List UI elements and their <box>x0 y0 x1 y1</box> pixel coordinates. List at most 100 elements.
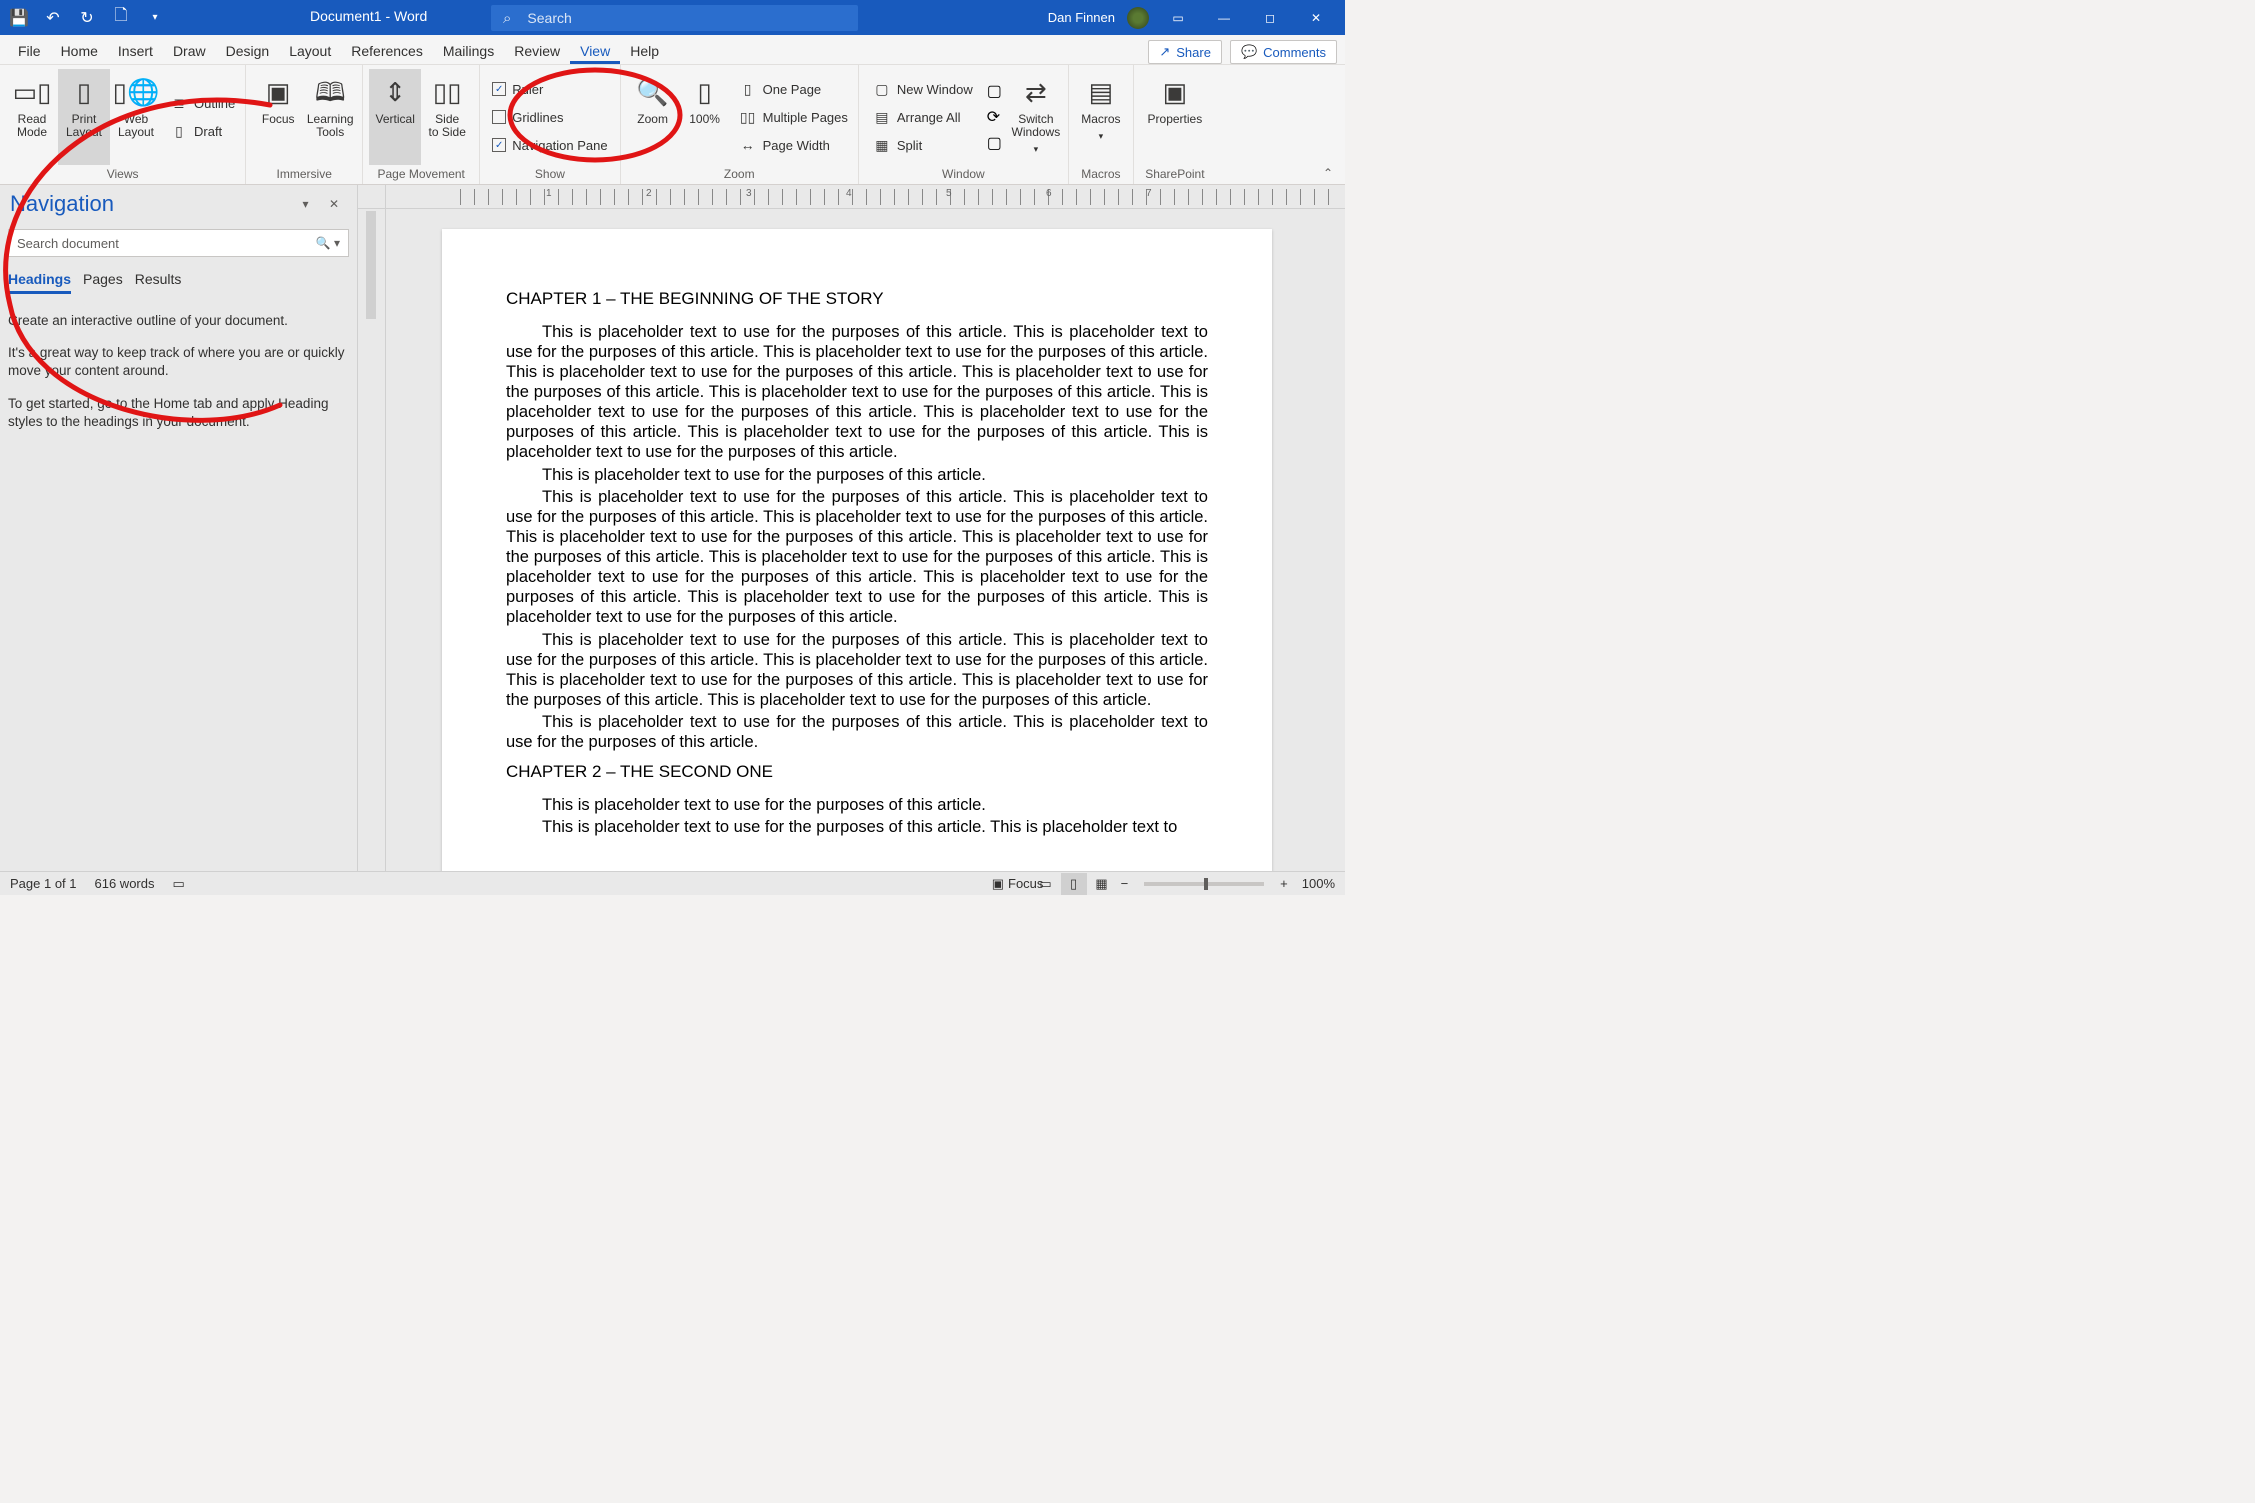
comments-button[interactable]: 💬Comments <box>1230 40 1337 64</box>
zoom-button[interactable]: 🔍Zoom <box>627 69 679 165</box>
arrange-all-button[interactable]: ▤Arrange All <box>869 103 977 131</box>
read-mode-button[interactable]: ▭▯Read Mode <box>6 69 58 165</box>
titlebar-right: Dan Finnen ▭ — ◻ ✕ <box>1048 0 1345 35</box>
new-window-button[interactable]: ▢New Window <box>869 75 977 103</box>
split-button[interactable]: ▦Split <box>869 131 977 159</box>
nav-tabs: Headings Pages Results <box>8 271 349 294</box>
zoom-in-icon[interactable]: + <box>1276 876 1292 891</box>
page-icon: ▯ <box>77 75 91 109</box>
tab-insert[interactable]: Insert <box>108 37 163 64</box>
vertical-ruler[interactable] <box>358 209 386 871</box>
redo-icon[interactable]: ↻ <box>78 9 96 27</box>
status-page[interactable]: Page 1 of 1 <box>10 876 77 891</box>
nav-close-icon[interactable]: ✕ <box>321 193 347 215</box>
vertical-button[interactable]: ⇕Vertical <box>369 69 421 165</box>
tab-home[interactable]: Home <box>51 37 108 64</box>
tab-references[interactable]: References <box>341 37 433 64</box>
nav-dropdown-icon[interactable]: ▾ <box>294 193 316 215</box>
avatar[interactable] <box>1127 7 1149 29</box>
tab-review[interactable]: Review <box>504 37 570 64</box>
focus-button[interactable]: ▣Focus <box>252 69 304 165</box>
sync-scroll-icon[interactable]: ⟳ <box>987 107 1002 127</box>
print-layout-button[interactable]: ▯Print Layout <box>58 69 110 165</box>
read-view-button[interactable]: ▭ <box>1033 873 1059 895</box>
body-text: This is placeholder text to use for the … <box>506 712 1208 752</box>
switch-windows-button[interactable]: ⇄Switch Windows▾ <box>1010 69 1062 165</box>
tab-draw[interactable]: Draw <box>163 37 216 64</box>
sharepoint-icon: ▣ <box>1163 75 1188 109</box>
search-placeholder: Search <box>527 10 571 26</box>
tab-mailings[interactable]: Mailings <box>433 37 504 64</box>
reset-window-icon[interactable]: ▢ <box>987 133 1002 153</box>
collapse-ribbon-icon[interactable]: ⌃ <box>1317 164 1339 182</box>
undo-icon[interactable]: ↶ <box>44 9 62 27</box>
zoom-100-button[interactable]: ▯100% <box>679 69 731 165</box>
macros-button[interactable]: ▤Macros▾ <box>1075 69 1127 165</box>
one-page-icon: ▯ <box>739 81 757 98</box>
ribbon-display-icon[interactable]: ▭ <box>1161 0 1195 35</box>
tab-view[interactable]: View <box>570 37 620 64</box>
group-views-label: Views <box>6 165 239 184</box>
switch-icon: ⇄ <box>1025 75 1047 109</box>
multiple-pages-button[interactable]: ▯▯Multiple Pages <box>735 103 852 131</box>
view-side-icon[interactable]: ▢ <box>987 81 1002 101</box>
page-width-button[interactable]: ↔Page Width <box>735 131 852 159</box>
navigation-pane-checkbox[interactable]: ✓Navigation Pane <box>486 131 613 159</box>
nav-search-input[interactable]: Search document 🔍 ▾ <box>8 229 349 257</box>
checkbox-checked-icon: ✓ <box>492 82 506 96</box>
arrange-icon: ▤ <box>873 109 891 126</box>
focus-mode-button[interactable]: ▣Focus <box>1005 873 1031 895</box>
outline-button[interactable]: ≣Outline <box>166 89 239 117</box>
close-icon[interactable]: ✕ <box>1299 0 1333 35</box>
group-show-label: Show <box>486 165 613 184</box>
minimize-icon[interactable]: — <box>1207 0 1241 35</box>
properties-button[interactable]: ▣Properties <box>1140 69 1210 165</box>
maximize-icon[interactable]: ◻ <box>1253 0 1287 35</box>
group-views: ▭▯Read Mode ▯Print Layout ▯🌐Web Layout ≣… <box>0 65 246 184</box>
draft-button[interactable]: ▯Draft <box>166 117 239 145</box>
new-doc-icon[interactable]: 🗋 <box>112 9 130 27</box>
main: Navigation ▾ ✕ Search document 🔍 ▾ Headi… <box>0 185 1345 871</box>
group-sharepoint: ▣Properties SharePoint <box>1134 65 1216 184</box>
horizontal-ruler[interactable]: 12 34 56 7 <box>358 185 1345 209</box>
zoom-out-icon[interactable]: − <box>1117 876 1133 891</box>
title-search[interactable]: ⌕ Search <box>491 5 858 31</box>
side-icon: ▯▯ <box>433 75 462 109</box>
checkbox-checked-icon: ✓ <box>492 138 506 152</box>
learning-icon: 🕮 <box>315 75 346 109</box>
learning-tools-button[interactable]: 🕮Learning Tools <box>304 69 356 165</box>
zoom-level[interactable]: 100% <box>1302 876 1335 891</box>
save-icon[interactable]: 💾 <box>10 9 28 27</box>
user-name[interactable]: Dan Finnen <box>1048 10 1115 25</box>
side-to-side-button[interactable]: ▯▯Side to Side <box>421 69 473 165</box>
one-page-button[interactable]: ▯One Page <box>735 75 852 103</box>
group-page-movement: ⇕Vertical ▯▯Side to Side Page Movement <box>363 65 480 184</box>
qat-dropdown-icon[interactable]: ▾ <box>146 9 164 27</box>
tab-layout[interactable]: Layout <box>279 37 341 64</box>
nav-tab-pages[interactable]: Pages <box>83 271 123 294</box>
tab-design[interactable]: Design <box>216 37 280 64</box>
group-sharepoint-label: SharePoint <box>1140 165 1210 184</box>
zoom-slider[interactable] <box>1144 882 1264 886</box>
body-text: This is placeholder text to use for the … <box>506 487 1208 628</box>
scroll-thumb[interactable] <box>366 211 376 319</box>
print-view-button[interactable]: ▯ <box>1061 873 1087 895</box>
ribbon-tabs: File Home Insert Draw Design Layout Refe… <box>0 35 1345 65</box>
gridlines-checkbox[interactable]: Gridlines <box>486 103 613 131</box>
body-text: This is placeholder text to use for the … <box>506 322 1208 463</box>
outline-icon: ≣ <box>170 95 188 112</box>
nav-tab-results[interactable]: Results <box>135 271 182 294</box>
status-words[interactable]: 616 words <box>95 876 155 891</box>
nav-tab-headings[interactable]: Headings <box>8 271 71 294</box>
quick-access-toolbar: 💾 ↶ ↻ 🗋 ▾ <box>0 9 164 27</box>
tab-file[interactable]: File <box>8 37 51 64</box>
share-button[interactable]: ↗Share <box>1148 40 1222 64</box>
spellcheck-icon[interactable]: ▭ <box>172 876 184 892</box>
titlebar: 💾 ↶ ↻ 🗋 ▾ Document1 - Word ⌕ Search Dan … <box>0 0 1345 35</box>
comment-icon: 💬 <box>1241 44 1257 60</box>
tab-help[interactable]: Help <box>620 37 669 64</box>
web-layout-button[interactable]: ▯🌐Web Layout <box>110 69 162 165</box>
document-page[interactable]: CHAPTER 1 – THE BEGINNING OF THE STORY T… <box>442 229 1272 871</box>
web-view-button[interactable]: ▦ <box>1089 873 1115 895</box>
ruler-checkbox[interactable]: ✓Ruler <box>486 75 613 103</box>
